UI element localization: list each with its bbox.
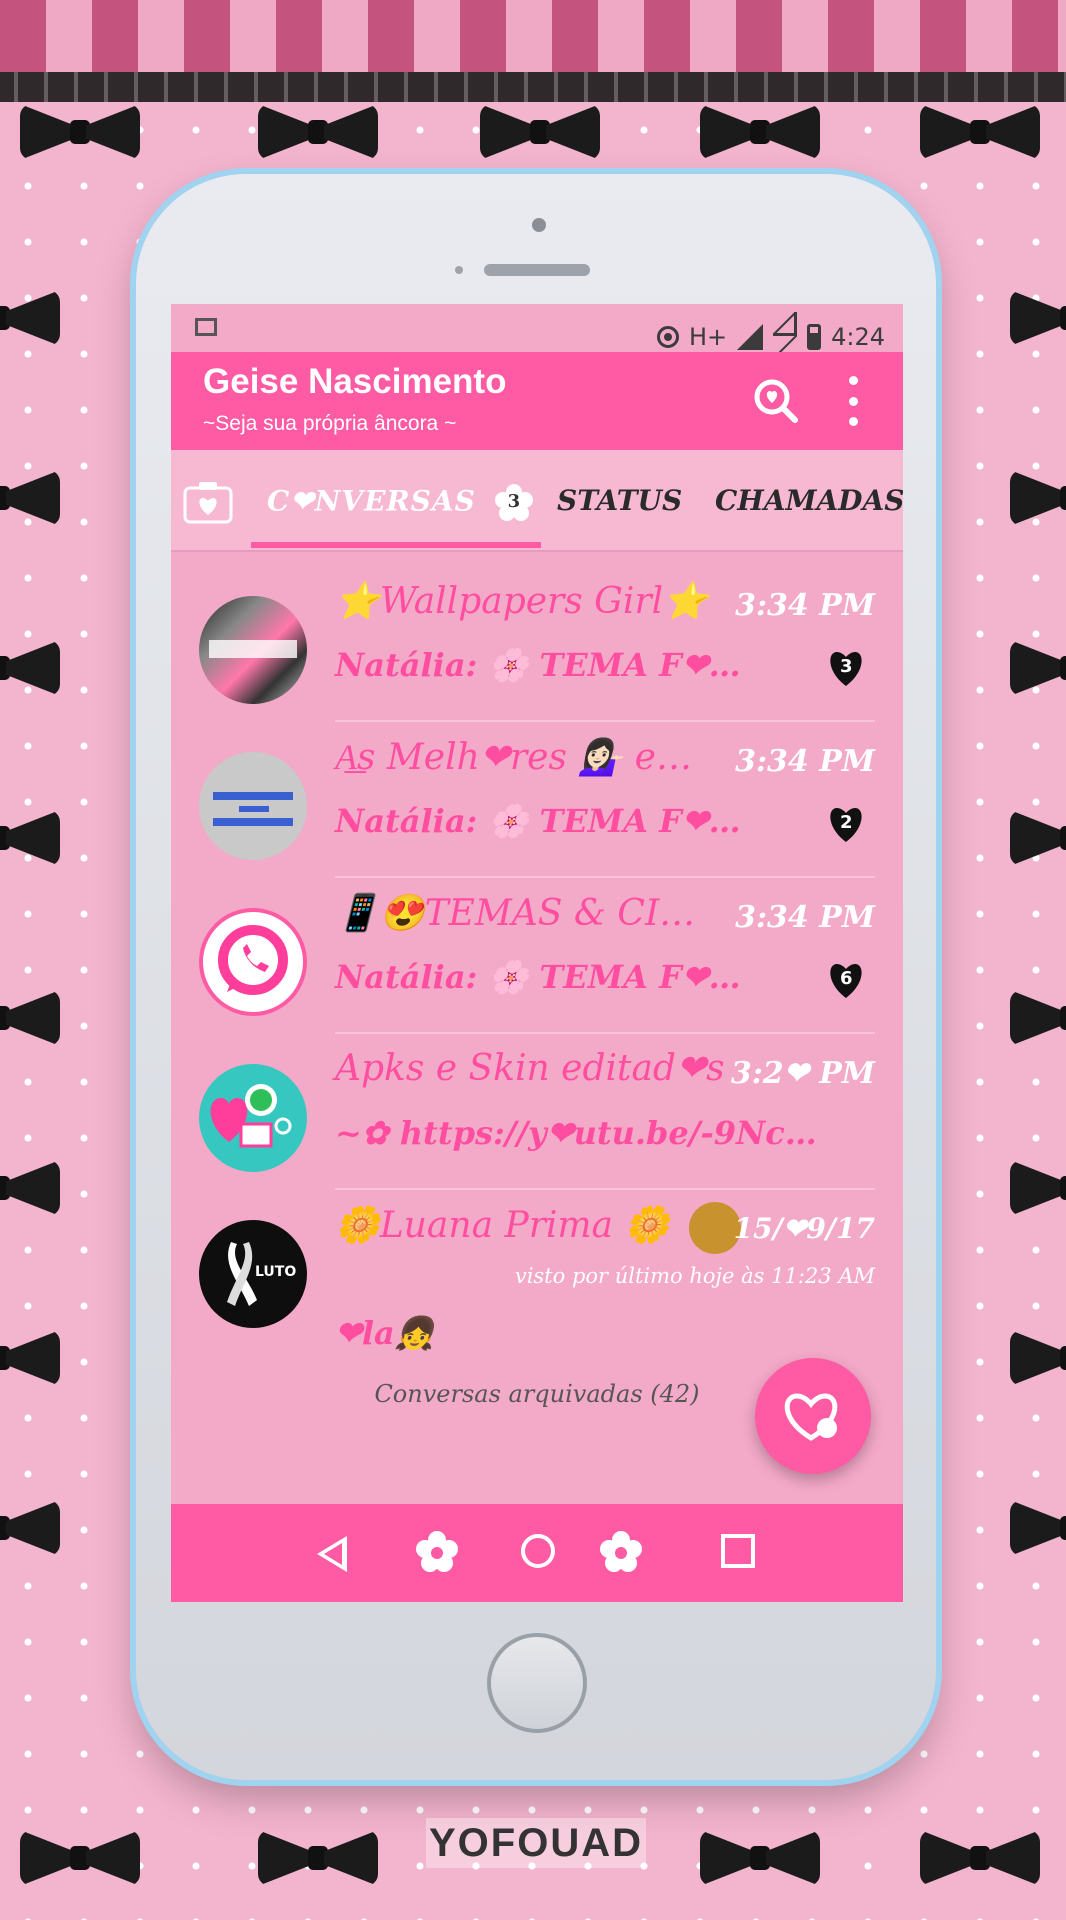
battery-icon xyxy=(807,324,822,350)
whatsapp-logo-icon xyxy=(218,925,288,995)
phone-screen: H+ 4:24 Geise Nascimento ~Seja sua própr… xyxy=(171,304,903,1602)
bow-decoration xyxy=(920,104,1040,160)
bow-decoration xyxy=(258,1830,378,1886)
bow-decoration xyxy=(0,640,60,696)
tab-chamadas[interactable]: CHAMADAS xyxy=(715,484,903,517)
chat-last-message: Natália: 🌸 TEMA F❤… xyxy=(335,958,741,996)
chat-avatar[interactable]: LUTO xyxy=(199,1220,307,1328)
bow-decoration xyxy=(700,1830,820,1886)
bow-decoration xyxy=(1010,290,1066,346)
chat-avatar[interactable] xyxy=(199,596,307,704)
bow-decoration xyxy=(1010,470,1066,526)
last-seen-status: visto por último hoje às 11:23 AM xyxy=(514,1264,875,1288)
sync-icon xyxy=(656,326,679,348)
bow-decoration xyxy=(0,810,60,866)
chat-name: ⭐Wallpapers Girl⭐ xyxy=(335,581,708,622)
camera-tab-icon[interactable] xyxy=(183,480,233,524)
svg-text:LUTO: LUTO xyxy=(255,1264,296,1280)
chat-time: 3:34 PM xyxy=(735,744,875,779)
bow-decoration xyxy=(20,104,140,160)
active-tab-indicator xyxy=(251,542,541,548)
chat-last-message: Natália: 🌸 TEMA F❤… xyxy=(335,646,741,684)
chat-avatar[interactable] xyxy=(199,752,307,860)
navigation-bar xyxy=(171,1504,903,1602)
recent-apps-icon[interactable] xyxy=(721,1534,755,1568)
bow-decoration xyxy=(20,1830,140,1886)
chat-row[interactable]: LUTO 🌼Luana Prima 🌼 15/❤9/17 visto por ú… xyxy=(171,1190,903,1360)
background-stripes xyxy=(0,0,1066,72)
chat-name: 🌼Luana Prima 🌼 xyxy=(335,1205,670,1246)
chat-avatar[interactable] xyxy=(199,908,307,1016)
chat-avatar[interactable] xyxy=(199,1064,307,1172)
home-icon[interactable] xyxy=(521,1534,555,1568)
search-icon[interactable] xyxy=(751,376,801,426)
bow-decoration xyxy=(0,990,60,1046)
chat-row[interactable]: A͟s Melh❤res 💁🏻‍♀️ e… 3:34 PM Natália: 🌸… xyxy=(171,722,903,878)
unread-count: 2 xyxy=(840,812,853,833)
bow-decoration xyxy=(0,1160,60,1216)
phone-camera xyxy=(532,218,546,232)
chat-last-message: Natália: 🌸 TEMA F❤… xyxy=(335,802,741,840)
new-chat-button[interactable] xyxy=(755,1358,871,1474)
chat-last-message: ❤la👧 xyxy=(335,1314,435,1352)
app-title: Geise Nascimento xyxy=(203,362,507,401)
chat-row[interactable]: Apks e Skin editad❤s 3:2❤ PM ~✿ https://… xyxy=(171,1034,903,1190)
social-collage-icon xyxy=(210,1084,292,1148)
bow-decoration xyxy=(700,104,820,160)
bow-decoration xyxy=(1010,990,1066,1046)
chat-row[interactable]: ⭐Wallpapers Girl⭐ 3:34 PM Natália: 🌸 TEM… xyxy=(171,566,903,722)
network-type: H+ xyxy=(688,323,728,351)
phone-speaker xyxy=(484,264,590,276)
status-time: 4:24 xyxy=(831,323,885,351)
unread-count: 3 xyxy=(840,656,853,677)
unread-badge: 2 xyxy=(825,804,867,844)
tab-conversas[interactable]: C❤NVERSAS 3 xyxy=(267,484,533,522)
app-subtitle: ~Seja sua própria âncora ~ xyxy=(203,412,457,435)
chat-name: A͟s Melh❤res 💁🏻‍♀️ e… xyxy=(335,737,692,778)
flower-icon xyxy=(600,1531,642,1572)
background-lace xyxy=(0,72,1066,102)
bow-decoration xyxy=(0,1330,60,1386)
unread-count: 6 xyxy=(840,968,853,989)
bow-decoration xyxy=(0,470,60,526)
back-icon[interactable] xyxy=(317,1536,347,1572)
chat-time: 15/❤9/17 xyxy=(733,1212,875,1245)
image-notification-icon xyxy=(195,318,217,336)
unread-badge: 6 xyxy=(825,960,867,1000)
watermark: YOFOUAD xyxy=(426,1818,646,1868)
app-bar: Geise Nascimento ~Seja sua própria âncor… xyxy=(171,352,903,450)
chat-name: Apks e Skin editad❤s xyxy=(335,1048,725,1089)
chat-time: 3:34 PM xyxy=(735,900,875,935)
tab-bar: C❤NVERSAS 3 STATUS CHAMADAS xyxy=(171,450,903,552)
unread-count: 3 xyxy=(507,491,522,512)
chat-row[interactable]: 📱😍TEMAS & CI… 3:34 PM Natália: 🌸 TEMA F❤… xyxy=(171,878,903,1034)
tab-conversas-label: C❤NVERSAS xyxy=(267,484,476,518)
bow-decoration xyxy=(0,1500,60,1556)
bow-decoration xyxy=(1010,640,1066,696)
chat-name: 📱😍TEMAS & CI… xyxy=(335,893,696,934)
chat-time: 3:34 PM xyxy=(735,588,875,623)
unread-count-badge: 3 xyxy=(494,484,533,522)
more-options-icon[interactable] xyxy=(841,376,865,426)
bow-decoration xyxy=(920,1830,1040,1886)
signal-icon xyxy=(737,324,764,350)
bow-decoration xyxy=(1010,1160,1066,1216)
status-bar: H+ 4:24 xyxy=(171,304,903,362)
phone-sensor xyxy=(455,266,463,274)
chat-last-message: ~✿ https://y❤utu.be/-9Nc… xyxy=(335,1114,817,1152)
bow-decoration xyxy=(1010,1500,1066,1556)
chat-time: 3:2❤ PM xyxy=(730,1056,875,1091)
bow-decoration xyxy=(1010,1330,1066,1386)
bow-decoration xyxy=(258,104,378,160)
bow-decoration xyxy=(480,104,600,160)
unread-badge: 3 xyxy=(825,648,867,688)
tab-status[interactable]: STATUS xyxy=(557,484,682,517)
flower-icon xyxy=(416,1531,458,1572)
phone-home-button[interactable] xyxy=(487,1633,587,1733)
bow-decoration xyxy=(0,290,60,346)
heart-chat-icon xyxy=(784,1393,838,1441)
bow-decoration xyxy=(1010,810,1066,866)
luto-ribbon-icon: LUTO xyxy=(227,1242,296,1306)
